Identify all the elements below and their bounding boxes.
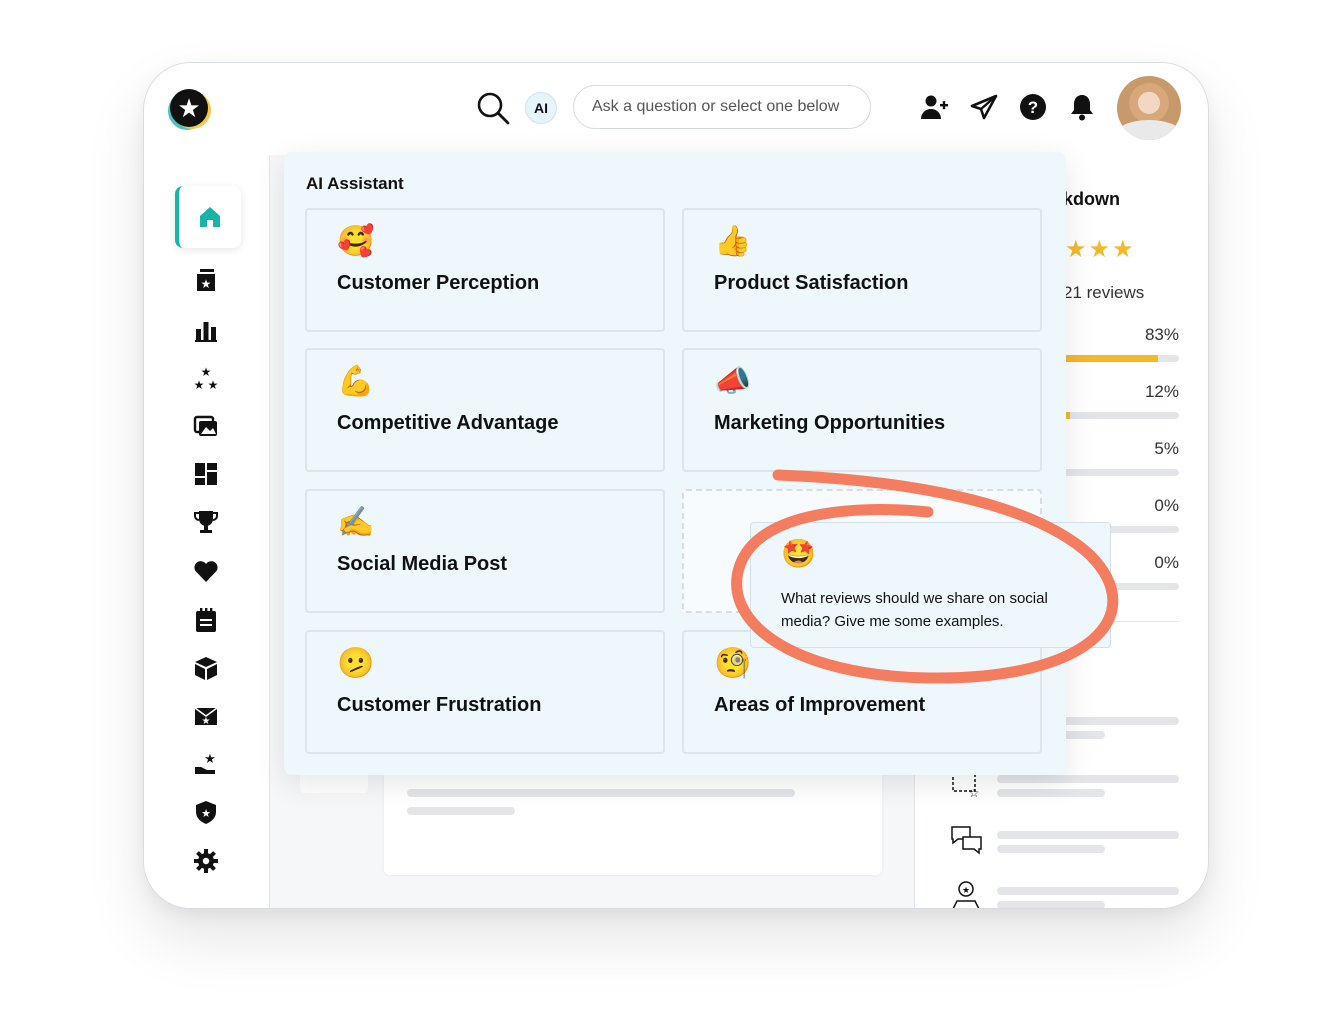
user-avatar[interactable] [1117, 76, 1181, 140]
skeleton-line [997, 901, 1105, 908]
mail-star-icon: ★ [194, 707, 218, 727]
monocle-face-emoji-icon: 🧐 [714, 647, 752, 680]
hand-star-icon: ★ [195, 751, 216, 774]
megaphone-emoji-icon: 📣 [714, 365, 752, 398]
rating-bar [1055, 355, 1179, 362]
search-icon[interactable] [475, 90, 511, 126]
rating-bar [1055, 469, 1179, 476]
gallery-icon [193, 415, 217, 436]
gear-icon [194, 849, 218, 873]
rating-percent: 0% [1154, 553, 1179, 572]
sidebar-item-campaigns[interactable]: ★ [175, 696, 237, 736]
svg-text:★: ★ [962, 885, 970, 895]
suggested-prompt-text: What reviews should we share on social m… [781, 590, 1048, 630]
svg-text:★: ★ [201, 277, 212, 291]
skeleton-line [997, 831, 1179, 839]
sidebar-item-endorsements[interactable]: ★ [175, 744, 237, 784]
sidebar-item-ratings[interactable]: ★ ★ ★ [175, 358, 237, 398]
rating-bar [1055, 412, 1179, 419]
prompt-card-product-satisfaction[interactable]: 👍 Product Satisfaction [682, 208, 1042, 332]
skeleton-line [997, 845, 1105, 853]
skeleton-line [407, 789, 795, 797]
prompt-card-label: Social Media Post [337, 553, 508, 575]
prompt-card-areas-of-improvement[interactable]: 🧐 Areas of Improvement [682, 630, 1042, 754]
chat-bubbles-icon [951, 826, 982, 855]
sidebar: ★ ★ ★ ★ ★ ★ ★ [144, 155, 270, 908]
help-icon[interactable]: ? [1019, 93, 1047, 121]
rating-bar-fill [1055, 355, 1158, 362]
prompt-card-marketing-opportunities[interactable]: 📣 Marketing Opportunities [682, 348, 1042, 472]
prompt-card-label: Marketing Opportunities [714, 412, 946, 434]
dashboard-icon [195, 463, 217, 485]
location-pin-icon: ★ [952, 881, 980, 908]
sidebar-item-notes[interactable] [175, 600, 237, 640]
sidebar-item-home[interactable] [175, 186, 241, 248]
prompt-card-competitive-advantage[interactable]: 💪 Competitive Advantage [305, 348, 665, 472]
bell-icon[interactable] [1068, 93, 1096, 121]
flexed-biceps-emoji-icon: 💪 [337, 365, 375, 398]
sidebar-item-trust[interactable]: ★ [175, 792, 237, 832]
sidebar-item-widgets[interactable] [175, 454, 237, 494]
send-icon[interactable] [970, 93, 998, 121]
skeleton-line [997, 887, 1179, 895]
writing-hand-emoji-icon: ✍️ [337, 506, 375, 539]
shield-star-icon: ★ [196, 801, 216, 824]
skeleton-line [407, 807, 515, 815]
ai-assistant-title: AI Assistant [306, 174, 404, 193]
content-card [384, 763, 882, 875]
box-icon [195, 657, 217, 680]
sidebar-item-favorites[interactable] [175, 551, 237, 591]
svg-text:★: ★ [202, 716, 211, 727]
rating-percent: 5% [1154, 439, 1179, 458]
sidebar-item-awards[interactable] [175, 502, 237, 542]
star-logo-icon[interactable]: ★ [170, 89, 208, 127]
rating-percent: 12% [1144, 382, 1179, 401]
top-bar: ★ AI ? [144, 63, 1208, 155]
bar-chart-icon [195, 322, 217, 342]
prompt-card-label: Product Satisfaction [714, 272, 909, 294]
prompt-card-label: Customer Frustration [337, 694, 542, 716]
prompt-card-customer-frustration[interactable]: 🫤 Customer Frustration [305, 630, 665, 754]
prompt-card-label: Areas of Improvement [714, 694, 926, 716]
confused-face-emoji-icon: 🫤 [337, 647, 375, 680]
heart-icon [194, 561, 218, 582]
suggested-prompt-card[interactable]: 🤩 What reviews should we share on social… [750, 522, 1111, 648]
prompt-card-label: Competitive Advantage [337, 412, 559, 434]
ask-ai-input[interactable] [573, 85, 871, 129]
smiling-hearts-emoji-icon: 🥰 [337, 225, 375, 258]
svg-text:★: ★ [201, 365, 212, 379]
svg-text:★: ★ [194, 378, 205, 391]
rating-stars: ★★★ [1065, 236, 1136, 263]
ai-badge[interactable]: AI [525, 92, 557, 124]
review-count: 21 reviews [1063, 283, 1145, 302]
trophy-icon [194, 511, 218, 533]
thumbs-up-emoji-icon: 👍 [714, 225, 752, 258]
ai-assistant-panel: AI Assistant 🥰 Customer Perception 👍 Pro… [284, 152, 1066, 775]
svg-text:?: ? [1028, 98, 1038, 117]
svg-text:☆: ☆ [969, 786, 980, 800]
review-box-icon: ★ [197, 269, 215, 291]
prompt-card-social-media-post[interactable]: ✍️ Social Media Post [305, 489, 665, 613]
stars-icon: ★★ ★ [194, 365, 219, 391]
breakdown-title: kdown [1063, 189, 1120, 209]
sidebar-item-settings[interactable] [175, 841, 237, 881]
prompt-card-customer-perception[interactable]: 🥰 Customer Perception [305, 208, 665, 332]
sidebar-item-reviews[interactable]: ★ [175, 260, 237, 300]
skeleton-line [997, 789, 1105, 797]
home-icon [200, 207, 220, 227]
notepad-icon [196, 608, 216, 632]
sidebar-item-media[interactable] [175, 406, 237, 446]
sidebar-item-analytics[interactable] [175, 310, 237, 350]
skeleton-line [997, 775, 1179, 783]
star-struck-emoji-icon: 🤩 [781, 538, 816, 569]
add-user-icon[interactable] [920, 93, 948, 121]
rating-percent: 0% [1154, 496, 1179, 515]
svg-text:★: ★ [201, 808, 211, 820]
rating-percent: 83% [1144, 325, 1179, 344]
svg-text:★: ★ [208, 378, 219, 391]
svg-text:★: ★ [204, 751, 216, 766]
prompt-card-label: Customer Perception [337, 272, 540, 294]
sidebar-item-products[interactable] [175, 648, 237, 688]
